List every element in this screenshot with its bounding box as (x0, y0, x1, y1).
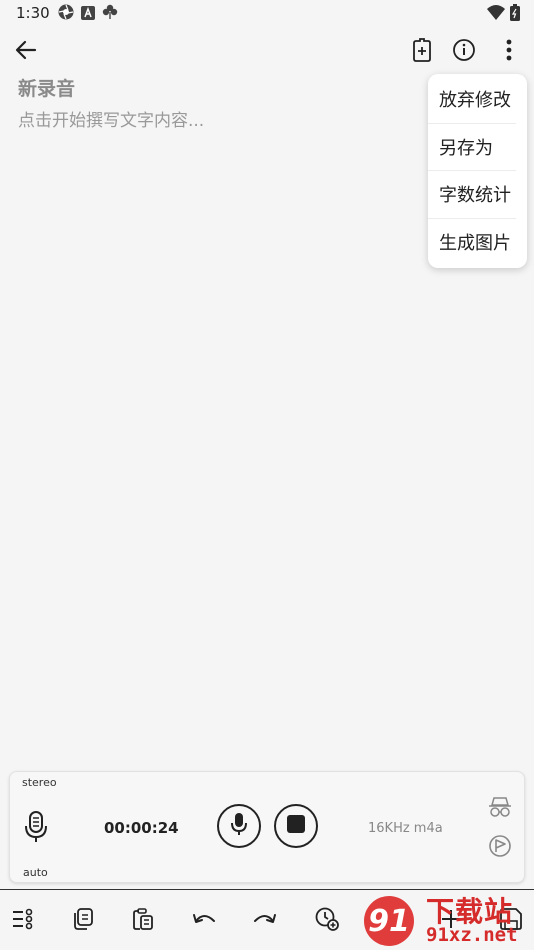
wifi-icon (487, 5, 505, 24)
stop-icon (287, 815, 305, 837)
recorder-panel: stereo 00:00:24 16KHz m4a auto (9, 771, 525, 883)
menu-item-word-count[interactable]: 字数统计 (428, 171, 516, 219)
audio-format-label[interactable]: 16KHz m4a (368, 821, 443, 836)
undo-icon[interactable] (191, 906, 217, 932)
app-bar (0, 30, 534, 70)
redo-icon[interactable] (252, 906, 278, 932)
info-icon[interactable] (448, 34, 480, 66)
copy-icon[interactable] (70, 906, 96, 932)
elapsed-time: 00:00:24 (104, 819, 179, 837)
note-title[interactable]: 新录音 (18, 74, 75, 101)
watermark-url: 91xz.net (426, 924, 518, 946)
battery-icon (510, 4, 520, 25)
microphone-icon[interactable] (24, 810, 48, 848)
more-vert-icon[interactable] (493, 34, 525, 66)
gain-mode-label[interactable]: auto (23, 866, 48, 879)
menu-item-save-as[interactable]: 另存为 (428, 124, 516, 171)
watermark: 91 下载站 91xz.net (360, 888, 534, 950)
stop-button[interactable] (274, 804, 318, 848)
note-body-placeholder[interactable]: 点击开始撰写文字内容... (18, 106, 204, 131)
channel-mode-label[interactable]: stereo (22, 776, 57, 789)
list-menu-icon[interactable] (10, 906, 36, 932)
clover-icon (102, 4, 118, 24)
status-time: 1:30 (16, 4, 50, 22)
a-badge-icon (81, 5, 95, 24)
microphone-icon (231, 812, 247, 840)
shutter-icon (58, 4, 74, 24)
record-button[interactable] (217, 804, 261, 848)
add-file-icon[interactable] (406, 34, 438, 66)
watermark-logo: 91 (364, 896, 414, 946)
menu-item-generate-image[interactable]: 生成图片 (428, 219, 516, 267)
menu-item-discard-changes[interactable]: 放弃修改 (428, 76, 516, 124)
incognito-icon[interactable] (488, 796, 512, 822)
add-time-icon[interactable] (314, 906, 340, 932)
arrow-left-icon[interactable] (10, 34, 42, 66)
flag-circle-icon[interactable] (488, 834, 512, 862)
overflow-menu: 放弃修改 另存为 字数统计 生成图片 (428, 74, 527, 268)
status-bar: 1:30 (0, 0, 534, 28)
paste-icon[interactable] (130, 906, 156, 932)
